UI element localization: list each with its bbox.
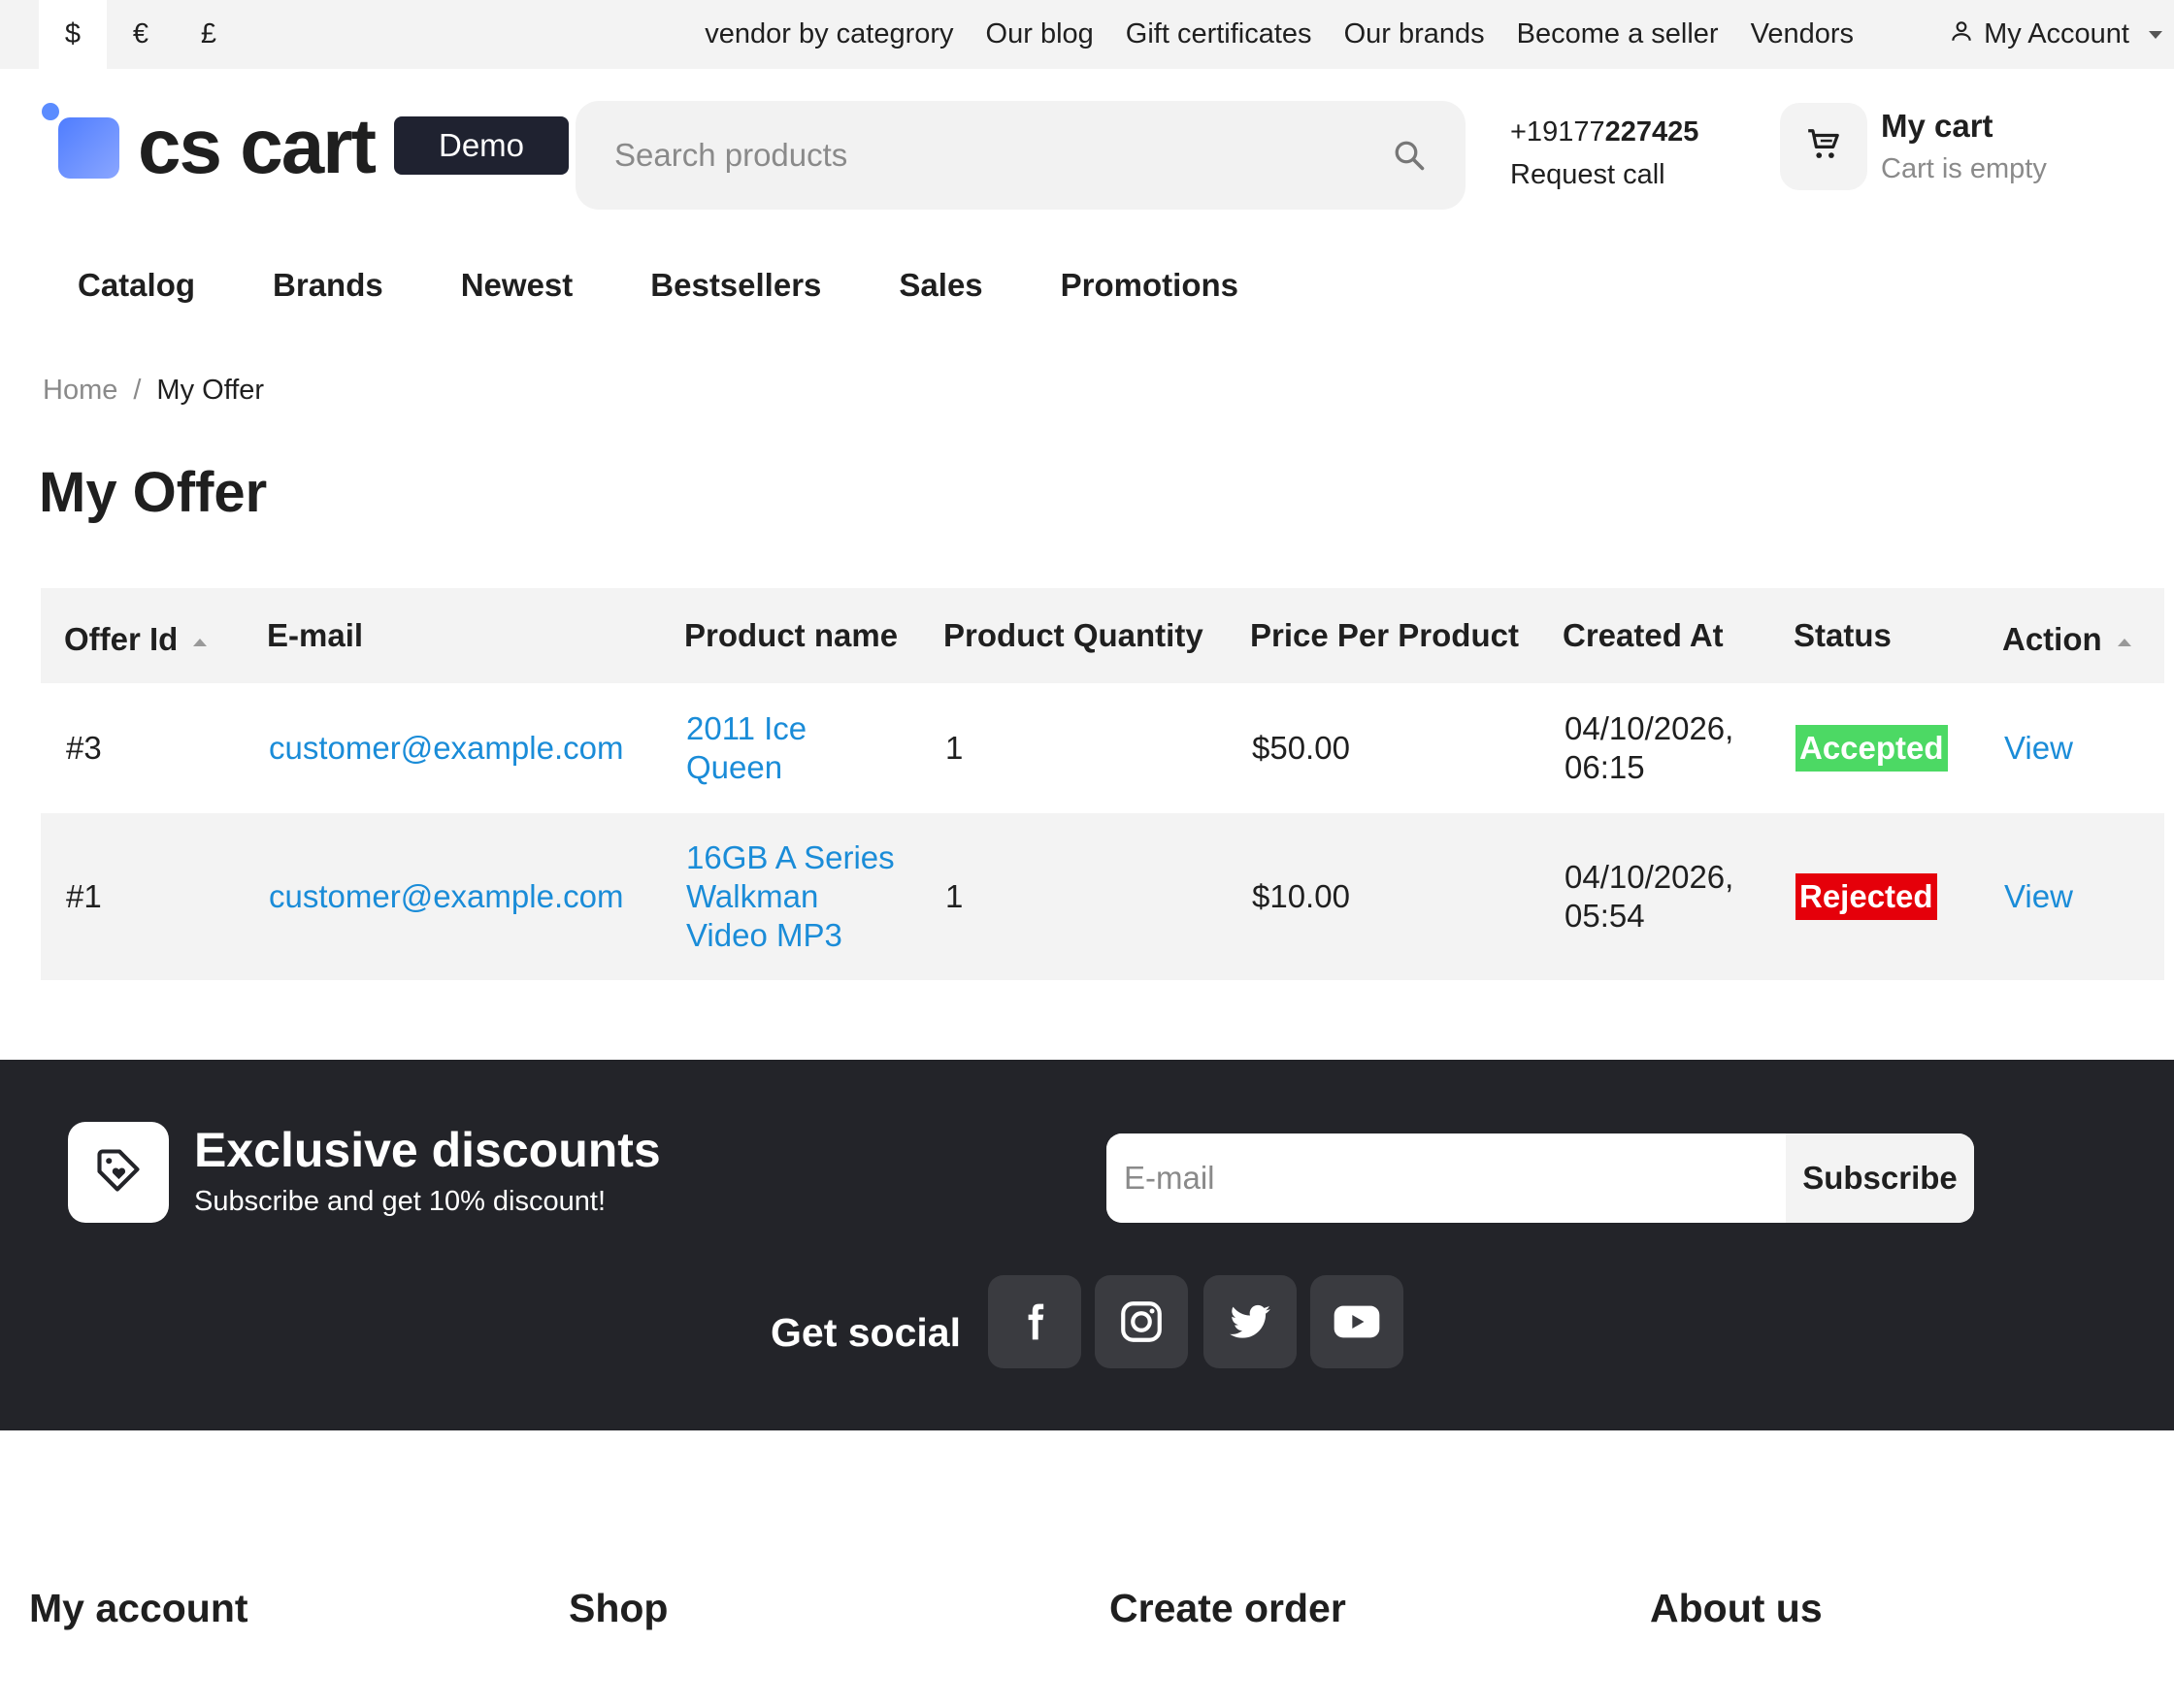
cart-icon [1805,126,1842,168]
phone-number[interactable]: +19177227425 [1510,111,1698,153]
logo-wordmark: cs cart [138,103,377,189]
status-cell: Accepted [1795,683,1948,813]
sort-asc-icon [2117,639,2131,646]
offer-id: #3 [66,730,102,766]
currency-gbp[interactable]: £ [175,0,243,69]
footer-col-my-account: My account [29,1586,248,1630]
product-quantity: 1 [945,878,964,914]
breadcrumb-separator: / [133,375,142,406]
created-at: 04/10/2026, 05:54 [1565,859,1734,934]
promo-subtitle: Subscribe and get 10% discount! [194,1186,606,1217]
nav-sales[interactable]: Sales [860,267,1021,304]
header-offer-id[interactable]: Offer Id [64,592,208,687]
table-row: #1 customer@example.com 16GB A Series Wal… [41,813,2164,980]
product-link[interactable]: 2011 Ice Queen [686,683,807,813]
subscribe-section: Exclusive discounts Subscribe and get 10… [0,1060,2174,1430]
facebook-icon[interactable] [988,1275,1081,1368]
header-price-per-product: Price Per Product [1250,617,1519,653]
email-link[interactable]: customer@example.com [269,813,623,980]
nav-bestsellers[interactable]: Bestsellers [611,267,860,304]
contact-block: +19177227425 Request call [1510,111,1698,196]
demo-badge: Demo [394,116,569,175]
breadcrumb-current: My Offer [156,375,265,406]
currency-eur[interactable]: € [107,0,175,69]
footer-col-about-us: About us [1650,1586,1823,1630]
status-cell: Rejected [1795,813,1937,980]
user-icon [1949,18,1974,51]
logo-dot [42,103,59,120]
created-at: 04/10/2026, 06:15 [1565,710,1734,785]
cart-title: My cart [1881,108,1993,144]
offers-table: Offer Id E-mail Product name Product Qua… [41,588,2164,980]
top-link-blog[interactable]: Our blog [986,18,1094,50]
top-link-become-seller[interactable]: Become a seller [1517,18,1719,50]
footer-col-create-order: Create order [1109,1586,1346,1630]
discount-tag-icon-box [68,1122,169,1223]
view-link[interactable]: View [2004,683,2073,813]
top-link-gift-certificates[interactable]: Gift certificates [1126,18,1312,50]
page-title: My Offer [39,461,268,524]
youtube-icon[interactable] [1310,1275,1403,1368]
top-link-brands[interactable]: Our brands [1344,18,1485,50]
logo-square [58,117,119,179]
request-call-link[interactable]: Request call [1510,153,1698,196]
search-icon[interactable] [1392,138,1427,173]
subscribe-form: Subscribe [1106,1133,1974,1223]
breadcrumb-home[interactable]: Home [43,375,117,407]
promo-title: Exclusive discounts [194,1123,661,1177]
subscribe-button[interactable]: Subscribe [1786,1133,1974,1223]
top-link-vendors[interactable]: Vendors [1751,18,1854,50]
offer-id: #1 [66,878,102,914]
header-email: E-mail [267,617,364,653]
sort-asc-icon [193,639,208,646]
header-product-quantity: Product Quantity [943,617,1203,653]
top-links: vendor by categrory Our blog Gift certif… [705,0,1854,69]
nav-newest[interactable]: Newest [422,267,612,304]
view-link[interactable]: View [2004,813,2073,980]
nav-promotions[interactable]: Promotions [1022,267,1277,304]
subscribe-email-input[interactable] [1106,1133,1786,1223]
cart-status: Cart is empty [1881,153,2047,184]
instagram-icon[interactable] [1095,1275,1188,1368]
table-row: #3 customer@example.com 2011 Ice Queen 1 … [41,683,2164,813]
product-quantity: 1 [945,730,964,766]
search-input[interactable] [614,101,1371,210]
my-account-menu[interactable]: My Account [1949,0,2162,69]
my-account-label: My Account [1984,18,2129,49]
breadcrumb: Home / My Offer [43,375,264,407]
twitter-icon[interactable] [1203,1275,1297,1368]
header-status: Status [1794,617,1892,653]
main-nav: Catalog Brands Newest Bestsellers Sales … [39,258,1277,312]
currency-usd[interactable]: $ [39,0,107,69]
header-created-at: Created At [1563,617,1724,653]
nav-brands[interactable]: Brands [234,267,422,304]
header-product-name: Product name [684,617,899,653]
header-action[interactable]: Action [2002,592,2131,687]
table-header: Offer Id E-mail Product name Product Qua… [41,588,2164,683]
search-bar [576,101,1466,210]
price-per-product: $10.00 [1252,878,1350,914]
price-per-product: $50.00 [1252,730,1350,766]
nav-catalog[interactable]: Catalog [39,267,234,304]
social-label: Get social [771,1310,961,1355]
email-link[interactable]: customer@example.com [269,683,623,813]
tag-heart-icon [93,1145,144,1200]
footer-col-shop: Shop [569,1586,669,1630]
top-link-vendor-by-category[interactable]: vendor by categrory [705,18,953,50]
site-logo[interactable]: cs cart Demo [39,101,569,189]
top-bar: $ € £ vendor by categrory Our blog Gift … [0,0,2174,69]
product-link[interactable]: 16GB A Series Walkman Video MP3 [686,813,895,980]
cart-button[interactable] [1780,103,1867,190]
cart-summary[interactable]: My cart Cart is empty [1881,105,2047,190]
status-badge: Accepted [1795,725,1948,772]
status-badge: Rejected [1795,873,1937,920]
chevron-down-icon [2149,30,2162,39]
